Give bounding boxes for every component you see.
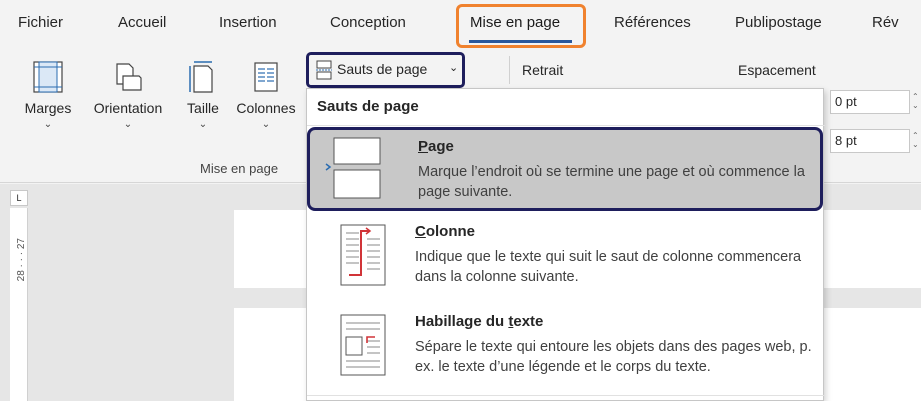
page-size-icon <box>189 61 213 93</box>
menu-item-text-wrapping-break[interactable]: Habillage du texte Sépare le texte qui e… <box>307 305 823 389</box>
page-break-icon <box>325 137 381 199</box>
espacement-label: Espacement <box>738 62 816 78</box>
page-breaks-icon <box>316 60 332 80</box>
marges-button[interactable]: Marges ⌄ <box>20 60 76 130</box>
taille-label: Taille <box>187 100 219 116</box>
divider <box>509 56 510 84</box>
colonnes-label: Colonnes <box>236 100 296 116</box>
spacing-before-value: 0 pt <box>835 94 857 109</box>
retrait-label: Retrait <box>522 62 564 78</box>
column-break-icon <box>340 224 386 286</box>
chevron-down-icon: ⌄ <box>198 119 208 130</box>
chevron-down-icon: ⌄ <box>43 119 53 130</box>
menu-item-title: Page <box>418 138 454 155</box>
tab-highlight-box <box>456 4 586 48</box>
spacing-after-value: 8 pt <box>835 133 857 148</box>
spin-arrows-icon[interactable]: ⌃ ⌄ <box>912 131 919 149</box>
spin-arrows-icon[interactable]: ⌃ ⌄ <box>912 92 919 110</box>
ribbon-tabs: Fichier Accueil Insertion Conception Mis… <box>0 0 921 48</box>
tab-insertion[interactable]: Insertion <box>219 14 277 31</box>
taille-button[interactable]: Taille ⌄ <box>180 60 226 130</box>
menu-item-page-break[interactable]: Page Marque l’endroit où se termine une … <box>307 127 823 211</box>
divider <box>307 395 825 396</box>
vertical-ruler: 28 · · · 27 <box>10 208 28 401</box>
ruler-marks: 28 · · · 27 <box>16 238 27 282</box>
sauts-de-page-button[interactable]: Sauts de page ⌄ <box>306 52 465 88</box>
spacing-after-input[interactable]: 8 pt <box>830 129 910 153</box>
text-wrapping-icon <box>340 314 386 376</box>
menu-item-description: Indique que le texte qui suit le saut de… <box>415 249 802 285</box>
tab-conception[interactable]: Conception <box>330 14 406 31</box>
tab-revision[interactable]: Rév <box>872 14 899 31</box>
margins-icon <box>33 61 63 93</box>
tab-accueil[interactable]: Accueil <box>118 14 166 31</box>
sauts-de-page-label: Sauts de page <box>337 61 428 77</box>
columns-icon <box>254 62 278 92</box>
menu-item-column-break[interactable]: Colonne Indique que le texte qui suit le… <box>307 215 823 299</box>
orientation-icon <box>116 63 142 91</box>
group-label-mise-en-page: Mise en page <box>200 161 279 176</box>
tab-fichier[interactable]: Fichier <box>18 14 63 31</box>
divider <box>307 125 825 126</box>
marges-label: Marges <box>24 100 72 116</box>
tab-references[interactable]: Références <box>614 14 691 31</box>
menu-item-description: Marque l’endroit où se termine une page … <box>418 164 805 200</box>
chevron-down-icon: ⌄ <box>261 119 271 130</box>
tab-publipostage[interactable]: Publipostage <box>735 14 822 31</box>
spacing-before-input[interactable]: 0 pt <box>830 90 910 114</box>
menu-header: Sauts de page <box>317 98 419 115</box>
orientation-button[interactable]: Orientation ⌄ <box>84 60 172 130</box>
tab-selector[interactable]: L <box>10 190 28 206</box>
menu-item-title: Colonne <box>415 223 476 240</box>
menu-item-description: Sépare le texte qui entoure les objets d… <box>415 339 812 375</box>
menu-item-title: Habillage du texte <box>415 313 544 330</box>
colonnes-button[interactable]: Colonnes ⌄ <box>232 60 300 130</box>
sauts-de-page-menu: Sauts de page Page Marque l’endroit où s… <box>306 88 825 401</box>
orientation-label: Orientation <box>93 100 163 116</box>
chevron-down-icon: ⌄ <box>449 62 459 74</box>
chevron-down-icon: ⌄ <box>123 119 133 130</box>
